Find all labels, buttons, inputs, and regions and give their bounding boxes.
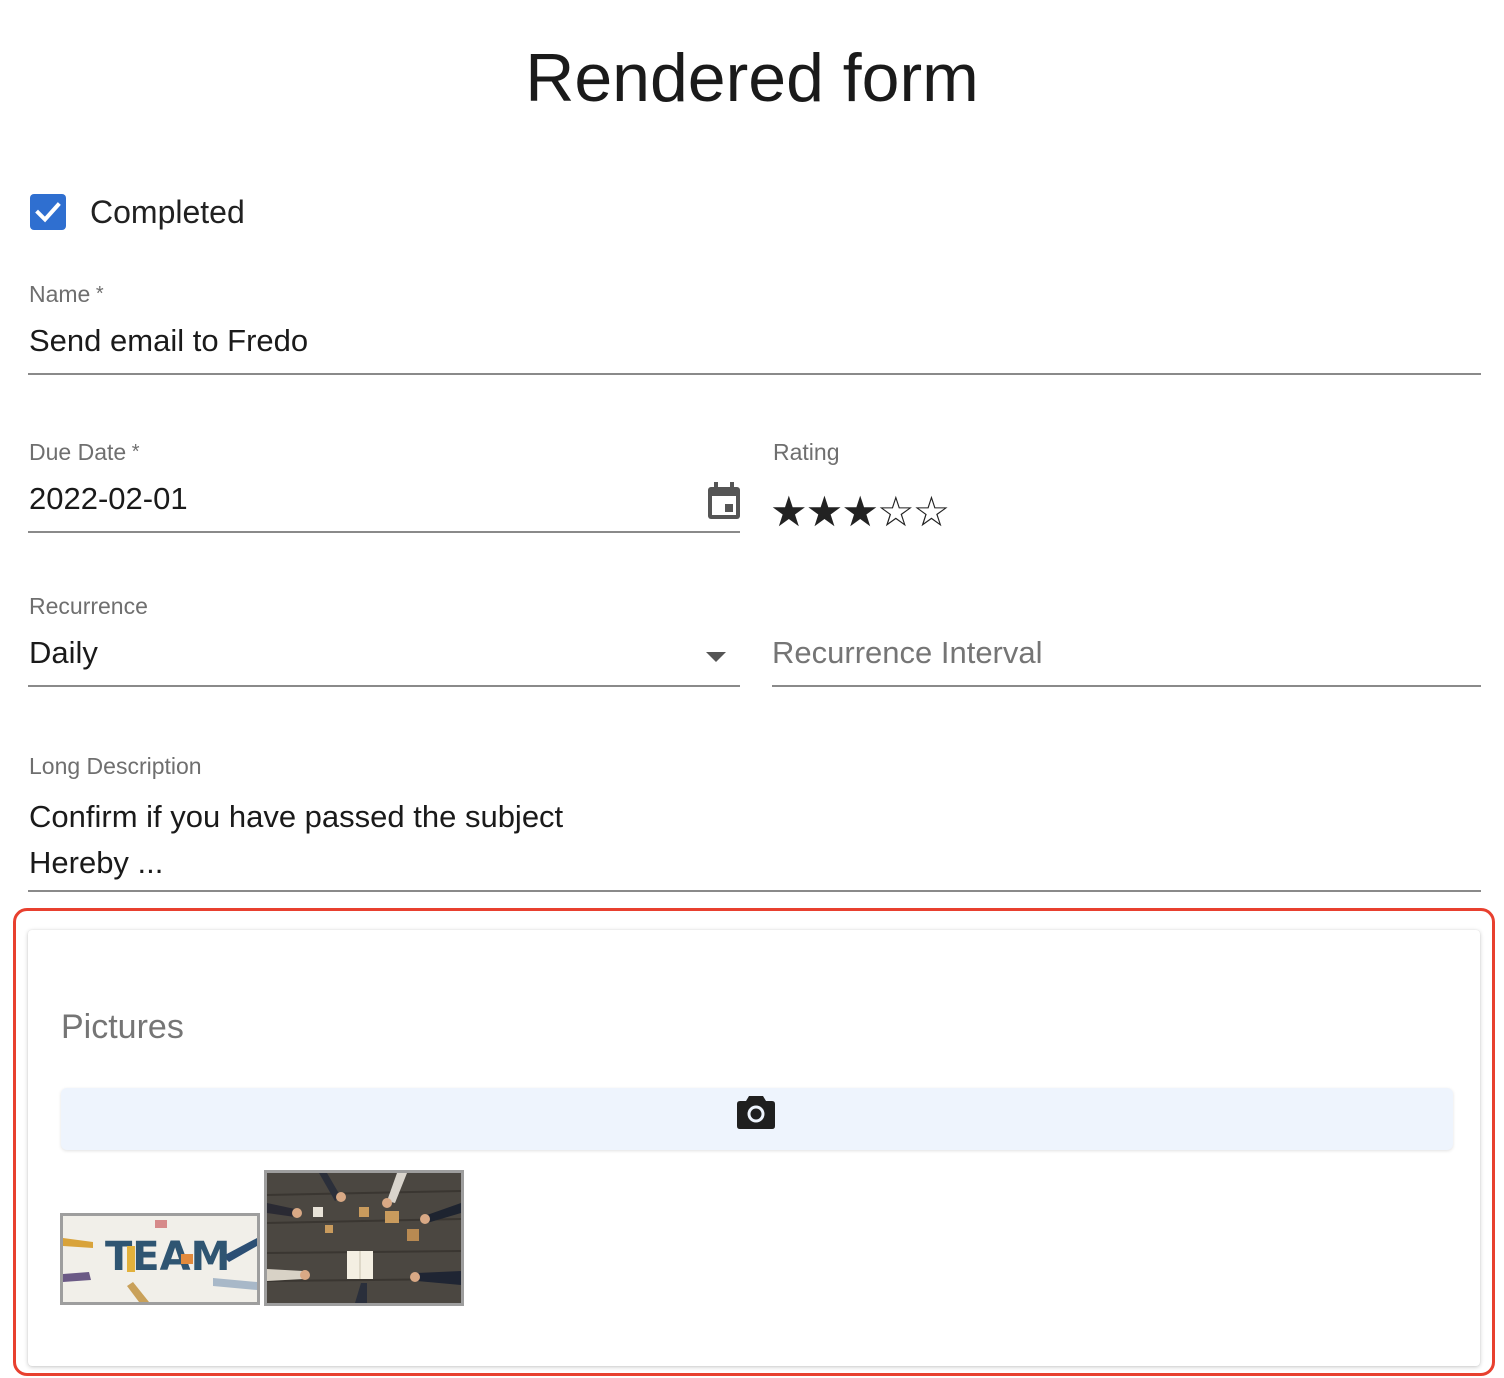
long-description-input[interactable]: Confirm if you have passed the subject H…: [29, 794, 1229, 886]
completed-label: Completed: [90, 194, 245, 230]
rating-stars[interactable]: ★★★☆☆: [770, 488, 951, 535]
name-input[interactable]: Send email to Fredo: [29, 322, 308, 360]
completed-checkbox[interactable]: [30, 194, 66, 230]
star-filled-icon[interactable]: ★: [841, 488, 879, 535]
long-description-underline: [28, 890, 1481, 892]
star-filled-icon[interactable]: ★: [770, 488, 808, 535]
recurrence-interval-input[interactable]: Recurrence Interval: [772, 634, 1043, 672]
due-date-label: Due Date: [29, 438, 140, 466]
rating-label: Rating: [773, 439, 840, 465]
add-picture-button[interactable]: [61, 1088, 1453, 1150]
recurrence-label: Recurrence: [29, 593, 148, 619]
dropdown-arrow-icon[interactable]: [704, 650, 728, 664]
star-empty-icon[interactable]: ☆: [913, 488, 951, 535]
recurrence-interval-underline: [772, 685, 1481, 687]
recurrence-select[interactable]: Daily: [29, 634, 98, 672]
due-date-input[interactable]: 2022-02-01: [29, 480, 188, 518]
team-letters-image[interactable]: TEAM: [60, 1213, 260, 1305]
long-description-label: Long Description: [29, 753, 202, 779]
star-filled-icon[interactable]: ★: [806, 488, 844, 535]
pictures-title: Pictures: [61, 1008, 184, 1046]
camera-icon: [737, 1096, 775, 1129]
name-underline: [28, 373, 1481, 375]
star-empty-icon[interactable]: ☆: [877, 488, 915, 535]
name-label: Name: [29, 280, 104, 308]
checkmark-icon: [35, 202, 61, 223]
long-description-line: Hereby ...: [29, 845, 164, 880]
due-date-underline: [28, 531, 740, 533]
team-caption: TEAM: [105, 1234, 230, 1280]
recurrence-underline: [28, 685, 740, 687]
calendar-icon[interactable]: [704, 480, 744, 522]
long-description-line: Confirm if you have passed the subject: [29, 799, 564, 834]
team-puzzle-table-image[interactable]: [264, 1170, 464, 1306]
page-title: Rendered form: [525, 40, 979, 116]
